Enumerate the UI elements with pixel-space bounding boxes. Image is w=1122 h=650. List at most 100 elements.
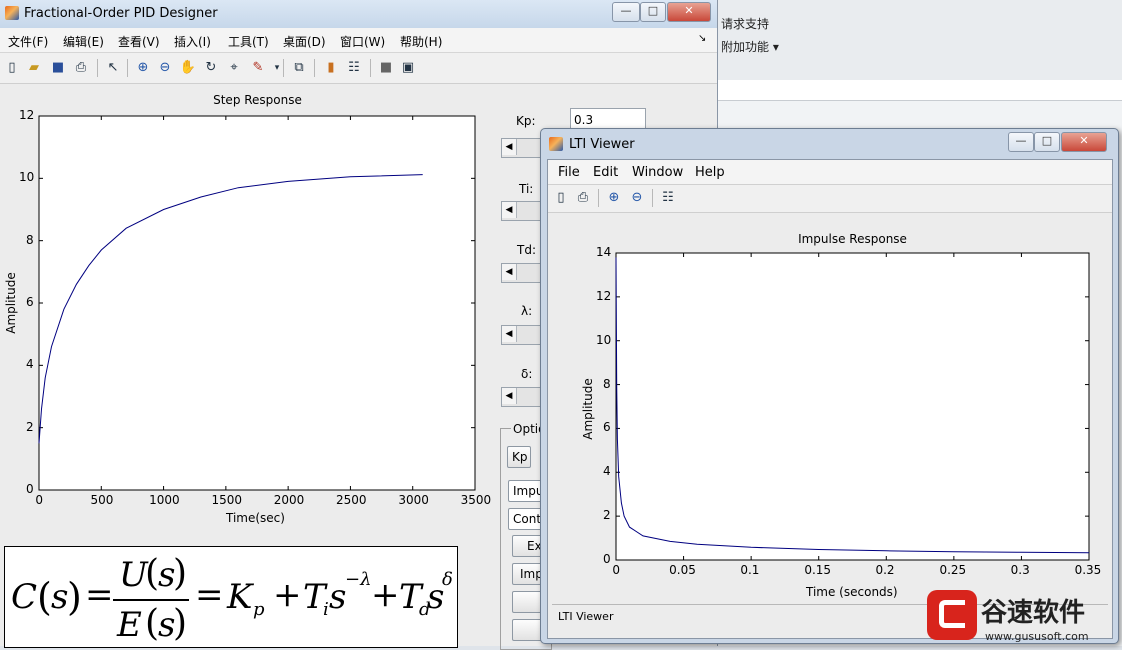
figure-toolbar: ▯ ▰ ■ ⎙ ↖ ⊕ ⊖ ✋ ↻ ⌖ ✎ ▾ ⧉ ▮ ☷ ■ ▣: [0, 53, 717, 84]
menu-file[interactable]: 文件(F): [8, 33, 48, 50]
step-response-chart: [38, 115, 476, 491]
x-tick-label: 2000: [273, 493, 305, 507]
close-icon: ✕: [684, 4, 694, 17]
formula-den: E: [117, 605, 142, 645]
zoom-in-icon[interactable]: ⊕: [605, 189, 623, 207]
x-tick-label: 2500: [336, 493, 367, 507]
pan-icon[interactable]: ✋: [179, 59, 197, 77]
impulse-response-chart: [615, 252, 1090, 561]
print-icon[interactable]: ⎙: [574, 189, 592, 207]
show-plot-tools-icon[interactable]: ▣: [399, 59, 417, 77]
menu-window[interactable]: 窗口(W): [340, 33, 385, 50]
kp-input[interactable]: 0.3: [570, 108, 646, 130]
formula-paren: (: [145, 603, 160, 644]
lti-menu-file[interactable]: File: [558, 165, 580, 180]
menu-view[interactable]: 查看(V): [118, 33, 160, 50]
colorbar-icon[interactable]: ▮: [322, 59, 340, 77]
formula-var: s: [51, 577, 69, 617]
slider-left-arrow-icon[interactable]: ◀: [502, 139, 517, 155]
formula-fraction-bar: [113, 599, 189, 601]
rotate-icon[interactable]: ↻: [202, 59, 220, 77]
formula-kp-sub: p: [253, 599, 265, 620]
lti-maximize-button[interactable]: □: [1034, 132, 1060, 152]
close-button[interactable]: ✕: [667, 2, 711, 22]
formula-paren: (: [145, 553, 160, 594]
request-support-item[interactable]: 请求支持: [721, 15, 769, 32]
hide-plot-tools-icon[interactable]: ■: [377, 59, 395, 77]
save-icon[interactable]: ■: [49, 59, 67, 77]
zoom-out-icon[interactable]: ⊖: [628, 189, 646, 207]
pointer-icon[interactable]: ↖: [104, 59, 122, 77]
lti-menu-bar: File Edit Window Help: [548, 160, 1112, 185]
x-tick-label: 0: [612, 563, 621, 577]
matlab-icon: [549, 137, 563, 151]
minimize-button[interactable]: —: [612, 2, 640, 22]
y-tick-label: 2: [26, 419, 34, 434]
link-icon[interactable]: ⧉: [290, 59, 308, 77]
menu-help[interactable]: 帮助(H): [400, 33, 442, 50]
toolbar-separator: [652, 189, 653, 207]
delta-label: δ:: [521, 367, 533, 381]
td-label: Td:: [517, 243, 536, 257]
menu-overflow-icon[interactable]: ↘: [698, 33, 706, 44]
menu-edit[interactable]: 编辑(E): [63, 33, 104, 50]
formula-kp: K: [227, 577, 253, 617]
formula-equals: =: [85, 575, 114, 615]
x-tick-label: 0.2: [875, 563, 895, 577]
slider-left-arrow-icon[interactable]: ◀: [502, 326, 517, 342]
x-tick-label: 3000: [398, 493, 429, 507]
slider-left-arrow-icon[interactable]: ◀: [502, 202, 517, 218]
open-icon[interactable]: ▰: [25, 59, 43, 77]
lti-close-button[interactable]: ✕: [1061, 132, 1107, 152]
formula-plus: +: [371, 575, 400, 615]
toolbar-separator: [97, 59, 98, 77]
x-tick-label: 0.25: [939, 563, 967, 577]
slider-left-arrow-icon[interactable]: ◀: [502, 264, 517, 280]
legend-icon[interactable]: ☷: [345, 59, 363, 77]
step-xlabel: Time(sec): [226, 511, 285, 525]
zoom-in-icon[interactable]: ⊕: [134, 59, 152, 77]
y-tick-label: 6: [603, 420, 611, 435]
kp-button[interactable]: Kp: [507, 446, 531, 468]
step-plot-area: [38, 115, 476, 491]
addons-item[interactable]: 附加功能 ▾: [721, 38, 779, 55]
formula-paren: ): [173, 553, 188, 594]
new-icon[interactable]: ▯: [552, 189, 570, 207]
brush-icon[interactable]: ✎: [249, 59, 267, 77]
lti-minimize-button[interactable]: —: [1008, 132, 1034, 152]
menu-bar: 文件(F) 编辑(E) 查看(V) 插入(I) 工具(T) 桌面(D) 窗口(W…: [0, 28, 717, 53]
zoom-out-icon[interactable]: ⊖: [156, 59, 174, 77]
slider-left-arrow-icon[interactable]: ◀: [502, 388, 517, 404]
toolbar-separator: [370, 59, 371, 77]
new-figure-icon[interactable]: ▯: [3, 59, 21, 77]
impulse-xlabel: Time (seconds): [806, 585, 898, 599]
formula-equals: =: [195, 575, 224, 615]
watermark-name: 谷速软件: [981, 598, 1086, 628]
toolbar-separator: [127, 59, 128, 77]
formula-paren: ): [173, 603, 188, 644]
data-cursor-icon[interactable]: ⌖: [225, 59, 243, 77]
formula-ti-var: s: [329, 577, 347, 617]
x-tick-label: 0.05: [669, 563, 696, 577]
lti-window-title: LTI Viewer: [569, 137, 635, 152]
menu-desktop[interactable]: 桌面(D): [283, 33, 326, 50]
formula-ti-sub: i: [323, 599, 329, 620]
fopid-formula: C ( s ) = U ( s ) E ( s ) = K p + T i s …: [4, 546, 458, 648]
logo-g-shape: [939, 600, 965, 628]
x-tick-label: 0: [35, 493, 44, 507]
menu-insert[interactable]: 插入(I): [174, 33, 211, 50]
lti-menu-edit[interactable]: Edit: [593, 165, 618, 180]
maximize-button[interactable]: □: [640, 2, 666, 22]
print-icon[interactable]: ⎙: [72, 59, 90, 77]
menu-tools[interactable]: 工具(T): [228, 33, 269, 50]
lti-menu-window[interactable]: Window: [632, 165, 683, 180]
minimize-icon: —: [1015, 134, 1027, 147]
x-tick-label: 1500: [211, 493, 242, 507]
ti-label: Ti:: [519, 182, 534, 196]
legend-icon[interactable]: ☷: [659, 189, 677, 207]
y-tick-label: 4: [603, 464, 611, 479]
x-tick-label: 0.35: [1074, 563, 1102, 577]
dropdown-arrow-icon: ▾: [772, 40, 779, 54]
formula-paren: ): [67, 575, 82, 619]
lti-menu-help[interactable]: Help: [695, 165, 725, 180]
